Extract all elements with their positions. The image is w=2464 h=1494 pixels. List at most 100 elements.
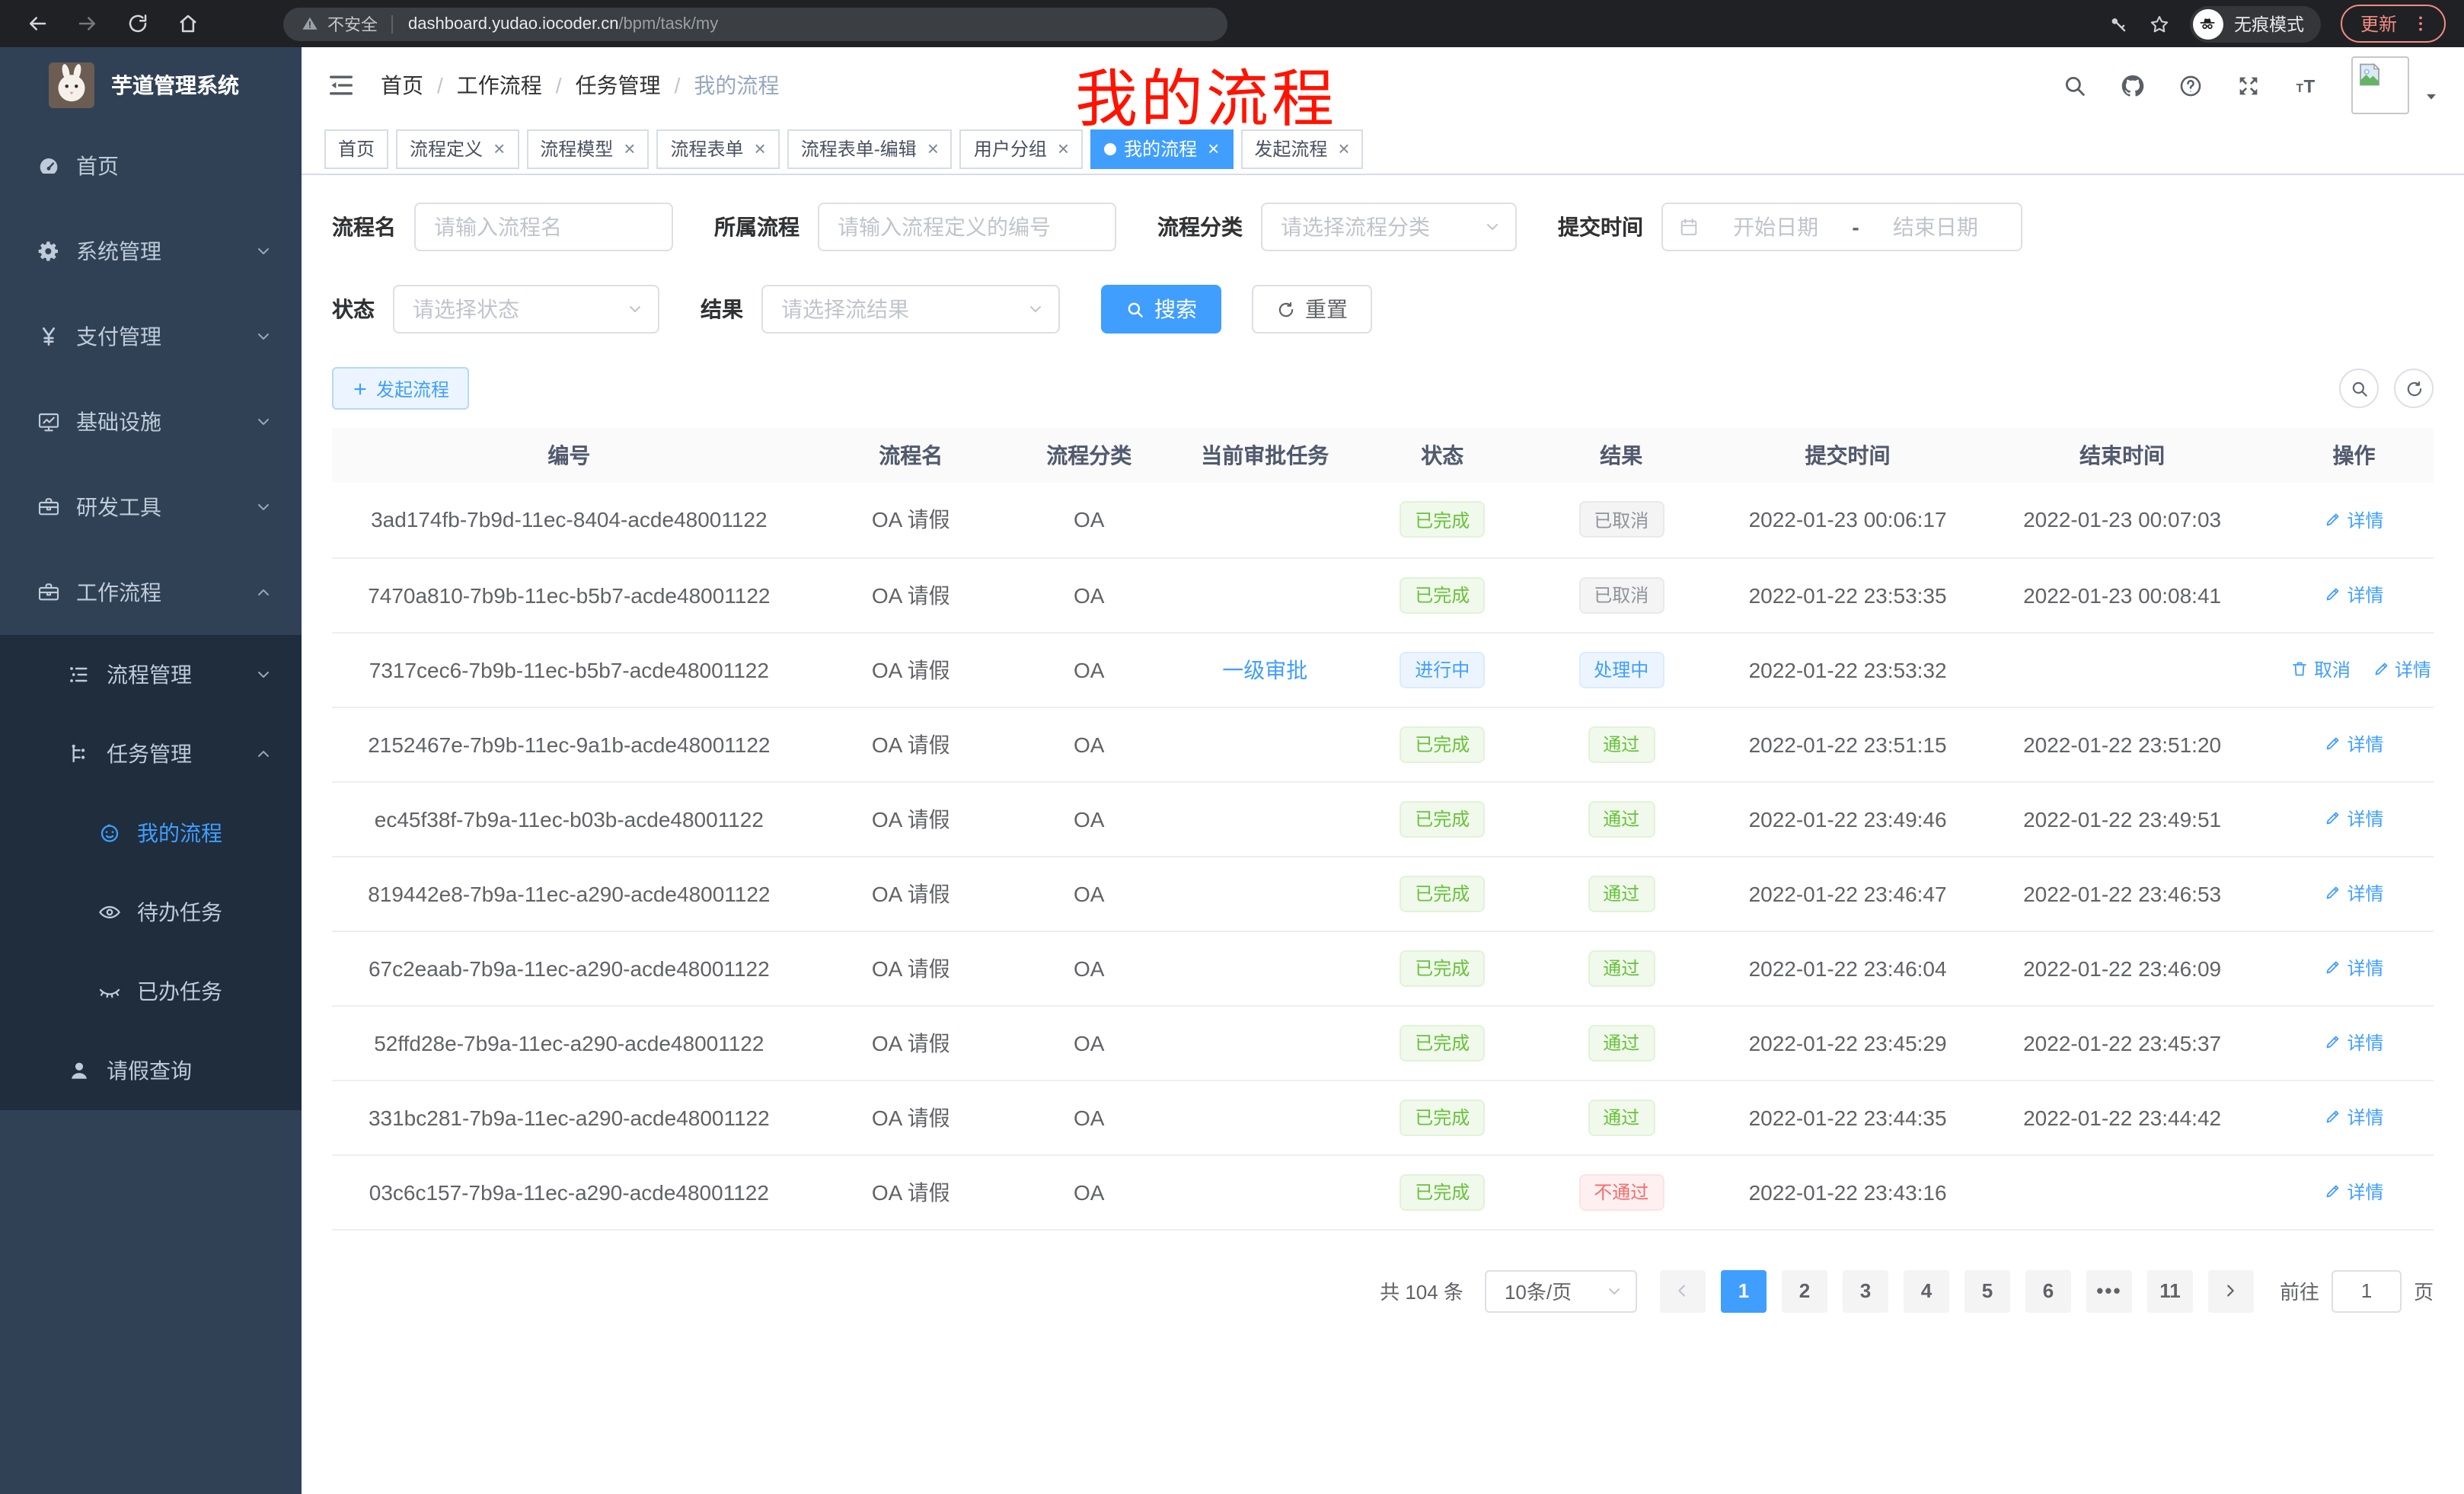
page-button-6[interactable]: 6 — [2025, 1269, 2071, 1312]
page-button-5[interactable]: 5 — [1964, 1269, 2010, 1312]
tab-label: 首页 — [338, 136, 375, 161]
cell-submit-time: 2022-01-22 23:53:32 — [1725, 632, 1970, 707]
sidebar-logo-row[interactable]: 芋道管理系统 — [0, 47, 302, 123]
browser-forward-icon[interactable] — [69, 5, 105, 42]
detail-link[interactable]: 详情 — [2324, 880, 2383, 906]
tab-3[interactable]: 流程表单× — [656, 129, 779, 168]
breadcrumb-item[interactable]: 任务管理 — [576, 70, 661, 101]
sidebar-item-8[interactable]: 我的流程 — [0, 793, 302, 873]
sidebar-item-2[interactable]: 支付管理 — [0, 294, 302, 379]
sidebar-item-5[interactable]: 工作流程 — [0, 550, 302, 635]
sidebar-toggle-icon[interactable] — [326, 70, 356, 101]
sidebar-item-6[interactable]: 流程管理 — [0, 635, 302, 714]
sidebar-item-10[interactable]: 已办任务 — [0, 952, 302, 1031]
security-warning-icon[interactable] — [302, 15, 318, 32]
page-more-button[interactable]: ••• — [2086, 1269, 2132, 1312]
page-button-2[interactable]: 2 — [1782, 1269, 1827, 1312]
toggle-search-button[interactable] — [2339, 369, 2379, 408]
address-bar[interactable]: 不安全 dashboard.yudao.iocoder.cn/bpm/task/… — [283, 7, 1227, 40]
sidebar-item-11[interactable]: 请假查询 — [0, 1031, 302, 1110]
breadcrumb-item[interactable]: 首页 — [381, 70, 423, 101]
tab-close-icon[interactable]: × — [493, 139, 505, 158]
detail-link[interactable]: 详情 — [2324, 1030, 2383, 1055]
browser-home-icon[interactable] — [169, 5, 206, 42]
browser-reload-icon[interactable] — [119, 5, 155, 42]
submit-time-range-picker[interactable]: 开始日期 - 结束日期 — [1661, 203, 2022, 251]
sidebar-item-0[interactable]: 首页 — [0, 123, 302, 209]
tab-0[interactable]: 首页 — [324, 129, 388, 168]
result-select-placeholder: 请选择流结果 — [781, 294, 909, 324]
reset-button[interactable]: 重置 — [1252, 285, 1372, 334]
refresh-table-button[interactable] — [2394, 369, 2434, 408]
table-row: 2152467e-7b9b-11ec-9a1b-acde48001122OA 请… — [332, 707, 2434, 781]
incognito-badge[interactable]: 无痕模式 — [2190, 5, 2321, 42]
task-link[interactable]: 一级审批 — [1222, 657, 1307, 682]
process-name-input[interactable] — [414, 203, 673, 251]
column-header: 结束时间 — [1970, 428, 2274, 483]
header-search-icon[interactable] — [2062, 72, 2088, 98]
font-size-icon[interactable]: TT — [2293, 72, 2319, 98]
security-label[interactable]: 不安全 — [327, 11, 378, 36]
sidebar-item-3[interactable]: 基础设施 — [0, 379, 302, 464]
detail-link[interactable]: 详情 — [2324, 806, 2383, 832]
process-definition-input[interactable] — [818, 203, 1116, 251]
page-size-select[interactable]: 10条/页 — [1485, 1269, 1637, 1312]
tab-5[interactable]: 用户分组× — [960, 129, 1083, 168]
category-select[interactable]: 请选择流程分类 — [1261, 203, 1517, 251]
avatar-caret-icon[interactable] — [2423, 88, 2440, 104]
sidebar-item-7[interactable]: 任务管理 — [0, 714, 302, 793]
tab-4[interactable]: 流程表单-编辑× — [787, 129, 953, 168]
detail-link[interactable]: 详情 — [2324, 506, 2383, 532]
password-key-icon[interactable] — [2108, 13, 2129, 34]
search-button[interactable]: 搜索 — [1101, 285, 1221, 334]
page-button-3[interactable]: 3 — [1843, 1269, 1888, 1312]
update-label: 更新 — [2360, 11, 2397, 37]
tab-close-icon[interactable]: × — [624, 139, 635, 158]
tab-2[interactable]: 流程模型× — [526, 129, 649, 168]
op-label: 详情 — [2347, 1179, 2383, 1205]
cancel-link[interactable]: 取消 — [2291, 656, 2351, 682]
result-select[interactable]: 请选择流结果 — [761, 285, 1060, 334]
fullscreen-icon[interactable] — [2236, 72, 2261, 98]
tab-close-icon[interactable]: × — [755, 139, 766, 158]
browser-menu-dots-icon[interactable] — [2411, 14, 2430, 34]
detail-link[interactable]: 详情 — [2372, 656, 2431, 682]
detail-link[interactable]: 详情 — [2324, 731, 2383, 757]
browser-update-button[interactable]: 更新 — [2341, 5, 2446, 43]
detail-link[interactable]: 详情 — [2324, 1104, 2383, 1130]
page-button-11[interactable]: 11 — [2147, 1269, 2193, 1312]
tab-close-icon[interactable]: × — [1208, 139, 1219, 158]
cell-end-time: 2022-01-23 00:07:03 — [1970, 483, 2274, 557]
sidebar-item-4[interactable]: 研发工具 — [0, 464, 302, 550]
create-process-button[interactable]: 发起流程 — [332, 367, 469, 410]
tab-close-icon[interactable]: × — [927, 139, 939, 158]
bookmark-star-icon[interactable] — [2149, 13, 2170, 34]
sidebar-item-9[interactable]: 待办任务 — [0, 873, 302, 952]
avatar[interactable] — [2351, 56, 2409, 114]
jump-page-input[interactable] — [2332, 1269, 2402, 1312]
op-label: 详情 — [2347, 955, 2383, 981]
browser-chrome: 不安全 dashboard.yudao.iocoder.cn/bpm/task/… — [0, 0, 2464, 47]
page-button-1[interactable]: 1 — [1721, 1269, 1767, 1312]
detail-link[interactable]: 详情 — [2324, 582, 2383, 608]
filter-row-1: 流程名 所属流程 流程分类 请选择流程分类 — [332, 203, 2434, 251]
help-icon[interactable] — [2178, 72, 2204, 98]
tab-close-icon[interactable]: × — [1058, 139, 1069, 158]
pen-icon — [2324, 959, 2342, 977]
breadcrumb-item[interactable]: 工作流程 — [457, 70, 542, 101]
browser-back-icon[interactable] — [18, 5, 55, 42]
page-button-4[interactable]: 4 — [1904, 1269, 1949, 1312]
cell-task — [1163, 931, 1368, 1005]
detail-link[interactable]: 详情 — [2324, 955, 2383, 981]
prev-page-button[interactable] — [1660, 1269, 1706, 1312]
detail-link[interactable]: 详情 — [2324, 1179, 2383, 1205]
tab-close-icon[interactable]: × — [1338, 139, 1349, 158]
table-row: ec45f38f-7b9a-11ec-b03b-acde48001122OA 请… — [332, 781, 2434, 856]
cell-operations: 详情 — [2274, 781, 2434, 856]
github-icon[interactable] — [2120, 72, 2146, 98]
sidebar-item-1[interactable]: 系统管理 — [0, 209, 302, 294]
tab-1[interactable]: 流程定义× — [396, 129, 519, 168]
status-select[interactable]: 请选择状态 — [393, 285, 659, 334]
next-page-button[interactable] — [2208, 1269, 2254, 1312]
sidebar-item-label: 我的流程 — [137, 818, 222, 848]
